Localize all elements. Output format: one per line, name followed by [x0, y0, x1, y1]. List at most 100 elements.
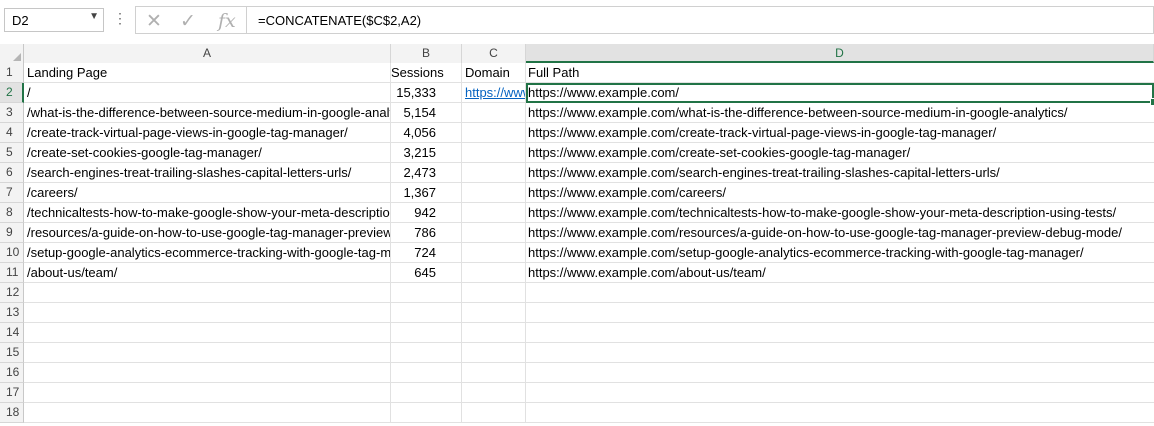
row-header[interactable]: 2: [0, 83, 24, 103]
insert-function-icon[interactable]: fx: [218, 10, 236, 32]
cell-a4[interactable]: /create-track-virtual-page-views-in-goog…: [24, 123, 391, 143]
row-header[interactable]: 12: [0, 283, 24, 303]
cell-c16[interactable]: [462, 363, 526, 383]
cell-d8[interactable]: https://www.example.com/technicaltests-h…: [526, 203, 1154, 223]
cell-b10[interactable]: 724: [391, 243, 462, 263]
cell-a17[interactable]: [24, 383, 391, 403]
formula-text[interactable]: =CONCATENATE($C$2,A2): [258, 13, 421, 28]
cell-b9[interactable]: 786: [391, 223, 462, 243]
cell-a13[interactable]: [24, 303, 391, 323]
row-header[interactable]: 18: [0, 403, 24, 423]
cell-a6[interactable]: /search-engines-treat-trailing-slashes-c…: [24, 163, 391, 183]
row-header[interactable]: 5: [0, 143, 24, 163]
cell-c11[interactable]: [462, 263, 526, 283]
row-header[interactable]: 11: [0, 263, 24, 283]
formula-input[interactable]: =CONCATENATE($C$2,A2): [247, 6, 1154, 34]
enter-icon[interactable]: ✓: [180, 10, 196, 33]
row-header[interactable]: 3: [0, 103, 24, 123]
row-header[interactable]: 13: [0, 303, 24, 323]
row-header[interactable]: 8: [0, 203, 24, 223]
row-header[interactable]: 6: [0, 163, 24, 183]
cell-d13[interactable]: [526, 303, 1154, 323]
cell-d2[interactable]: https://www.example.com/: [526, 83, 1154, 106]
row-header[interactable]: 7: [0, 183, 24, 203]
cell-d18[interactable]: [526, 403, 1154, 423]
cell-a10[interactable]: /setup-google-analytics-ecommerce-tracki…: [24, 243, 391, 263]
cell-a5[interactable]: /create-set-cookies-google-tag-manager/: [24, 143, 391, 163]
cell-b13[interactable]: [391, 303, 462, 323]
more-options-icon[interactable]: ⋮: [113, 10, 127, 27]
cell-d4[interactable]: https://www.example.com/create-track-vir…: [526, 123, 1154, 143]
cell-c1[interactable]: Domain: [462, 63, 526, 83]
cell-d14[interactable]: [526, 323, 1154, 343]
cell-b12[interactable]: [391, 283, 462, 303]
cell-d12[interactable]: [526, 283, 1154, 303]
row-header[interactable]: 4: [0, 123, 24, 143]
cell-b6[interactable]: 2,473: [391, 163, 462, 183]
column-header-c[interactable]: C: [462, 44, 526, 63]
cell-c7[interactable]: [462, 183, 526, 203]
cell-a18[interactable]: [24, 403, 391, 423]
cell-b14[interactable]: [391, 323, 462, 343]
cell-c6[interactable]: [462, 163, 526, 183]
cell-b17[interactable]: [391, 383, 462, 403]
cell-c13[interactable]: [462, 303, 526, 323]
cell-b5[interactable]: 3,215: [391, 143, 462, 163]
cell-c17[interactable]: [462, 383, 526, 403]
cell-c9[interactable]: [462, 223, 526, 243]
cell-a11[interactable]: /about-us/team/: [24, 263, 391, 283]
row-header[interactable]: 17: [0, 383, 24, 403]
cell-c4[interactable]: [462, 123, 526, 143]
cell-b11[interactable]: 645: [391, 263, 462, 283]
cell-d10[interactable]: https://www.example.com/setup-google-ana…: [526, 243, 1154, 263]
row-header[interactable]: 9: [0, 223, 24, 243]
cell-b7[interactable]: 1,367: [391, 183, 462, 203]
cell-a1[interactable]: Landing Page: [24, 63, 391, 83]
cell-d6[interactable]: https://www.example.com/search-engines-t…: [526, 163, 1154, 183]
cell-a9[interactable]: /resources/a-guide-on-how-to-use-google-…: [24, 223, 391, 243]
cell-c15[interactable]: [462, 343, 526, 363]
cell-c2[interactable]: https://www.example.com: [462, 83, 526, 103]
row-header[interactable]: 14: [0, 323, 24, 343]
column-header-d[interactable]: D: [526, 44, 1154, 63]
cell-b8[interactable]: 942: [391, 203, 462, 223]
cell-b2[interactable]: 15,333: [391, 83, 462, 103]
cell-d7[interactable]: https://www.example.com/careers/: [526, 183, 1154, 203]
row-header[interactable]: 15: [0, 343, 24, 363]
row-header[interactable]: 10: [0, 243, 24, 263]
cell-c3[interactable]: [462, 103, 526, 123]
cell-a8[interactable]: /technicaltests-how-to-make-google-show-…: [24, 203, 391, 223]
cell-d11[interactable]: https://www.example.com/about-us/team/: [526, 263, 1154, 283]
cell-a3[interactable]: /what-is-the-difference-between-source-m…: [24, 103, 391, 123]
cell-d3[interactable]: https://www.example.com/what-is-the-diff…: [526, 103, 1154, 123]
cell-d17[interactable]: [526, 383, 1154, 403]
cell-c12[interactable]: [462, 283, 526, 303]
name-box-value[interactable]: D2: [12, 13, 29, 28]
cell-d1[interactable]: Full Path: [526, 63, 1154, 83]
cell-d9[interactable]: https://www.example.com/resources/a-guid…: [526, 223, 1154, 243]
cell-c5[interactable]: [462, 143, 526, 163]
name-box[interactable]: D2 ▼: [4, 8, 104, 32]
cell-b4[interactable]: 4,056: [391, 123, 462, 143]
cell-b1[interactable]: Sessions: [391, 63, 462, 83]
cell-b15[interactable]: [391, 343, 462, 363]
cancel-icon[interactable]: ✕: [146, 10, 162, 33]
row-header[interactable]: 1: [0, 63, 24, 83]
cell-c10[interactable]: [462, 243, 526, 263]
cell-a7[interactable]: /careers/: [24, 183, 391, 203]
cell-a12[interactable]: [24, 283, 391, 303]
cell-d16[interactable]: [526, 363, 1154, 383]
cell-d5[interactable]: https://www.example.com/create-set-cooki…: [526, 143, 1154, 163]
cell-d15[interactable]: [526, 343, 1154, 363]
cell-a2[interactable]: /: [24, 83, 391, 103]
cell-b18[interactable]: [391, 403, 462, 423]
column-header-b[interactable]: B: [391, 44, 462, 63]
select-all-button[interactable]: [0, 44, 24, 63]
cell-a16[interactable]: [24, 363, 391, 383]
row-header[interactable]: 16: [0, 363, 24, 383]
cell-c8[interactable]: [462, 203, 526, 223]
select-all-icon[interactable]: [13, 53, 21, 61]
cell-c18[interactable]: [462, 403, 526, 423]
chevron-down-icon[interactable]: ▼: [89, 11, 99, 22]
cell-a15[interactable]: [24, 343, 391, 363]
